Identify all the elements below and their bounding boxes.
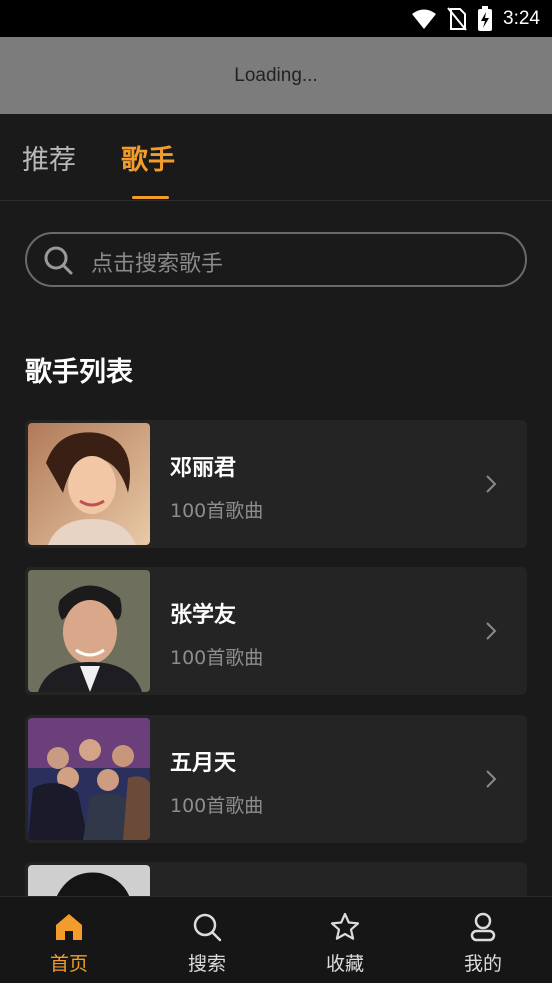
- search-placeholder: 点击搜索歌手: [91, 252, 224, 277]
- singer-name: 五月天: [170, 751, 237, 776]
- search-input[interactable]: 点击搜索歌手: [25, 232, 527, 287]
- singer-name: 邓丽君: [170, 456, 237, 481]
- nav-profile-label: 我的: [463, 953, 502, 975]
- chevron-right-icon: [486, 622, 497, 640]
- status-icons: 3:24: [411, 6, 540, 32]
- singer-name: 张学友: [170, 603, 237, 628]
- nav-favorites[interactable]: 收藏: [276, 897, 414, 983]
- singer-card[interactable]: 五月天 100首歌曲: [25, 715, 527, 843]
- chevron-right-icon: [486, 770, 497, 788]
- no-sim-icon: [447, 7, 467, 31]
- wifi-icon: [412, 9, 437, 29]
- tab-singers[interactable]: 歌手: [121, 138, 175, 177]
- nav-profile[interactable]: 我的: [414, 897, 552, 983]
- status-time: 3:24: [503, 8, 540, 29]
- battery-charging-icon: [478, 6, 493, 31]
- nav-search[interactable]: 搜索: [138, 897, 276, 983]
- section-title: 歌手列表: [25, 357, 133, 388]
- search-icon: [193, 913, 222, 942]
- loading-banner: Loading...: [0, 37, 552, 114]
- singer-avatar: [28, 570, 150, 692]
- home-icon: [56, 914, 82, 940]
- singer-card[interactable]: 邓丽君 100首歌曲: [25, 420, 527, 548]
- nav-home-label: 首页: [49, 953, 88, 975]
- song-count: 100首歌曲: [170, 647, 264, 669]
- song-count: 100首歌曲: [170, 500, 264, 522]
- status-bar: 3:24: [0, 0, 552, 37]
- nav-home[interactable]: 首页: [0, 897, 138, 983]
- singer-avatar: [28, 423, 150, 545]
- singer-card[interactable]: 张学友 100首歌曲: [25, 567, 527, 695]
- active-tab-indicator: [132, 196, 169, 199]
- search-icon: [44, 246, 73, 275]
- nav-favorites-label: 收藏: [325, 953, 364, 975]
- bottom-navigation: 首页 搜索 收藏 我的: [0, 896, 552, 983]
- chevron-right-icon: [486, 475, 497, 493]
- user-icon: [470, 912, 496, 942]
- tab-recommend[interactable]: 推荐: [22, 138, 76, 177]
- top-tabs: 推荐 歌手: [0, 114, 552, 201]
- star-icon: [330, 912, 360, 940]
- nav-search-label: 搜索: [187, 953, 226, 975]
- song-count: 100首歌曲: [170, 795, 264, 817]
- singer-avatar: [28, 718, 150, 840]
- loading-text: Loading...: [234, 64, 318, 86]
